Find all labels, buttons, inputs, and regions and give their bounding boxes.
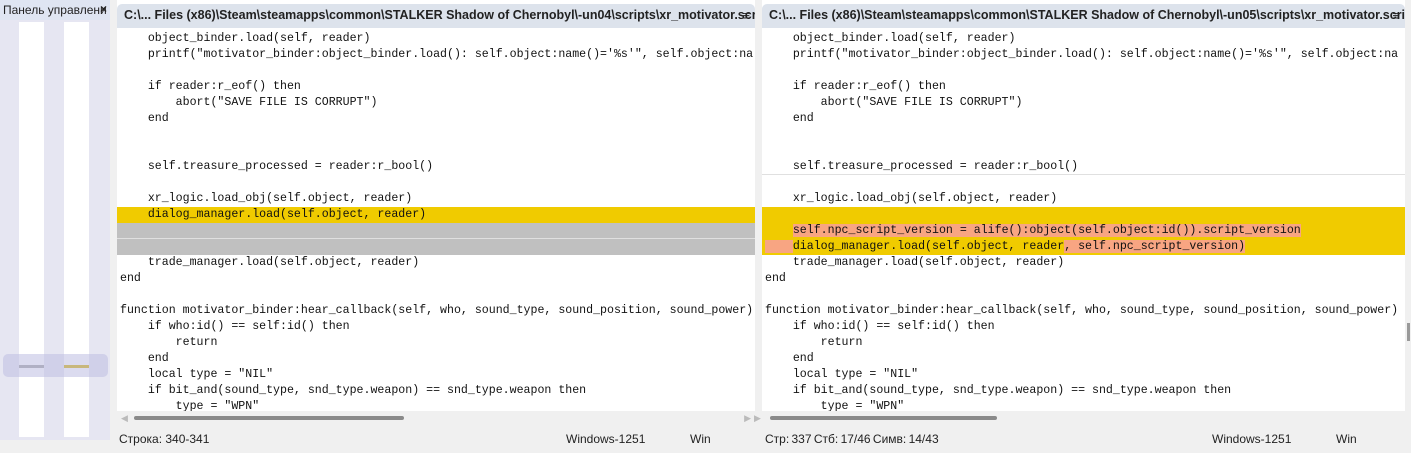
code-line: if bit_and(sound_type, snd_type.weapon) …: [120, 384, 587, 397]
menu-icon[interactable]: ≡: [742, 8, 750, 23]
control-panel-title: Панель управлени: [3, 3, 107, 17]
left-file-pane: C:\... Files (x86)\Steam\steamapps\commo…: [117, 0, 755, 427]
code-line: function motivator_binder:hear_callback(…: [765, 304, 1399, 317]
scroll-left-arrow-icon[interactable]: ▶: [754, 413, 761, 424]
right-line-endings[interactable]: Win: [1336, 432, 1357, 446]
code-line: xr_logic.load_obj(self.object, reader): [120, 192, 413, 205]
code-line: local type = "NIL": [765, 368, 919, 381]
changed-text: , self.npc_script_version): [1064, 240, 1246, 253]
code-line: [762, 207, 1405, 223]
right-file-path: C:\... Files (x86)\Steam\steamapps\commo…: [769, 8, 1405, 22]
code-line: object_binder.load(self, reader): [765, 32, 1016, 45]
map-viewport-slider[interactable]: [3, 354, 108, 377]
changed-text: self.npc_script_version = alife():object…: [792, 224, 1301, 237]
left-horizontal-scrollbar[interactable]: ◀ ▶: [117, 411, 755, 427]
changed-text: [765, 240, 793, 253]
code-line: printf("motivator_binder:object_binder.l…: [120, 48, 754, 61]
code-line: local type = "NIL": [120, 368, 274, 381]
right-file-tab[interactable]: C:\... Files (x86)\Steam\steamapps\commo…: [762, 4, 1405, 28]
left-file-path: C:\... Files (x86)\Steam\steamapps\commo…: [124, 8, 755, 22]
menu-icon[interactable]: ≡: [1392, 8, 1400, 23]
code-line: object_binder.load(self, reader): [120, 32, 371, 45]
control-panel-tab[interactable]: Панель управлени ×: [0, 0, 110, 20]
scrollbar-thumb[interactable]: [134, 416, 404, 420]
code-line: end: [765, 272, 786, 285]
code-line: printf("motivator_binder:object_binder.l…: [765, 48, 1399, 61]
code-line: end: [120, 352, 169, 365]
code-line: trade_manager.load(self.object, reader): [120, 256, 420, 269]
code-line: self.npc_script_version = alife():object…: [762, 223, 1405, 239]
code-line: return: [120, 336, 218, 349]
code-line: if reader:r_eof() then: [120, 80, 301, 93]
left-code-view[interactable]: object_binder.load(self, reader) printf(…: [117, 31, 755, 411]
left-encoding[interactable]: Windows-1251: [566, 432, 645, 446]
code-line: end: [120, 272, 141, 285]
code-line: [117, 239, 755, 255]
code-line: type = "WPN": [120, 400, 260, 411]
right-encoding[interactable]: Windows-1251: [1212, 432, 1291, 446]
scrollbar-thumb[interactable]: [770, 416, 997, 420]
left-line-endings[interactable]: Win: [690, 432, 711, 446]
status-bar: Строка: 340-341 Windows-1251 Win Стр: 33…: [0, 427, 1411, 453]
code-line: end: [765, 352, 814, 365]
close-icon[interactable]: ×: [100, 2, 107, 16]
code-line: [117, 223, 755, 239]
code-line: if reader:r_eof() then: [765, 80, 946, 93]
code-text: dialog_manager.load(self.object, reader: [792, 240, 1065, 253]
code-line: if bit_and(sound_type, snd_type.weapon) …: [765, 384, 1232, 397]
right-code-view[interactable]: object_binder.load(self, reader) printf(…: [762, 31, 1405, 411]
code-line: type = "WPN": [765, 400, 905, 411]
control-panel: Панель управлени ×: [0, 0, 110, 440]
code-line: self.treasure_processed = reader:r_bool(…: [762, 159, 1405, 175]
right-cursor-position: Стр: 337 Стб: 17/46 Симв: 14/43: [765, 432, 939, 446]
code-line: end: [120, 112, 169, 125]
code-line: return: [765, 336, 863, 349]
vertical-scrollbar-thumb[interactable]: [1407, 323, 1410, 341]
code-line: end: [765, 112, 814, 125]
code-line: dialog_manager.load(self.object, reader,…: [762, 239, 1405, 255]
code-line: self.treasure_processed = reader:r_bool(…: [120, 160, 434, 173]
right-horizontal-scrollbar[interactable]: ▶: [754, 411, 1405, 427]
code-line: function motivator_binder:hear_callback(…: [120, 304, 755, 317]
left-cursor-position: Строка: 340-341: [119, 432, 210, 446]
code-line: abort("SAVE FILE IS CORRUPT"): [765, 96, 1023, 109]
code-line: if who:id() == self:id() then: [765, 320, 995, 333]
code-line: if who:id() == self:id() then: [120, 320, 350, 333]
code-line: dialog_manager.load(self.object, reader): [117, 207, 755, 223]
right-file-pane: C:\... Files (x86)\Steam\steamapps\commo…: [754, 0, 1405, 427]
scroll-right-arrow-icon[interactable]: ▶: [744, 413, 751, 424]
code-line: trade_manager.load(self.object, reader): [765, 256, 1065, 269]
left-file-tab[interactable]: C:\... Files (x86)\Steam\steamapps\commo…: [117, 4, 755, 28]
code-line: abort("SAVE FILE IS CORRUPT"): [120, 96, 378, 109]
scroll-left-arrow-icon[interactable]: ◀: [121, 413, 128, 424]
code-line: xr_logic.load_obj(self.object, reader): [765, 192, 1058, 205]
